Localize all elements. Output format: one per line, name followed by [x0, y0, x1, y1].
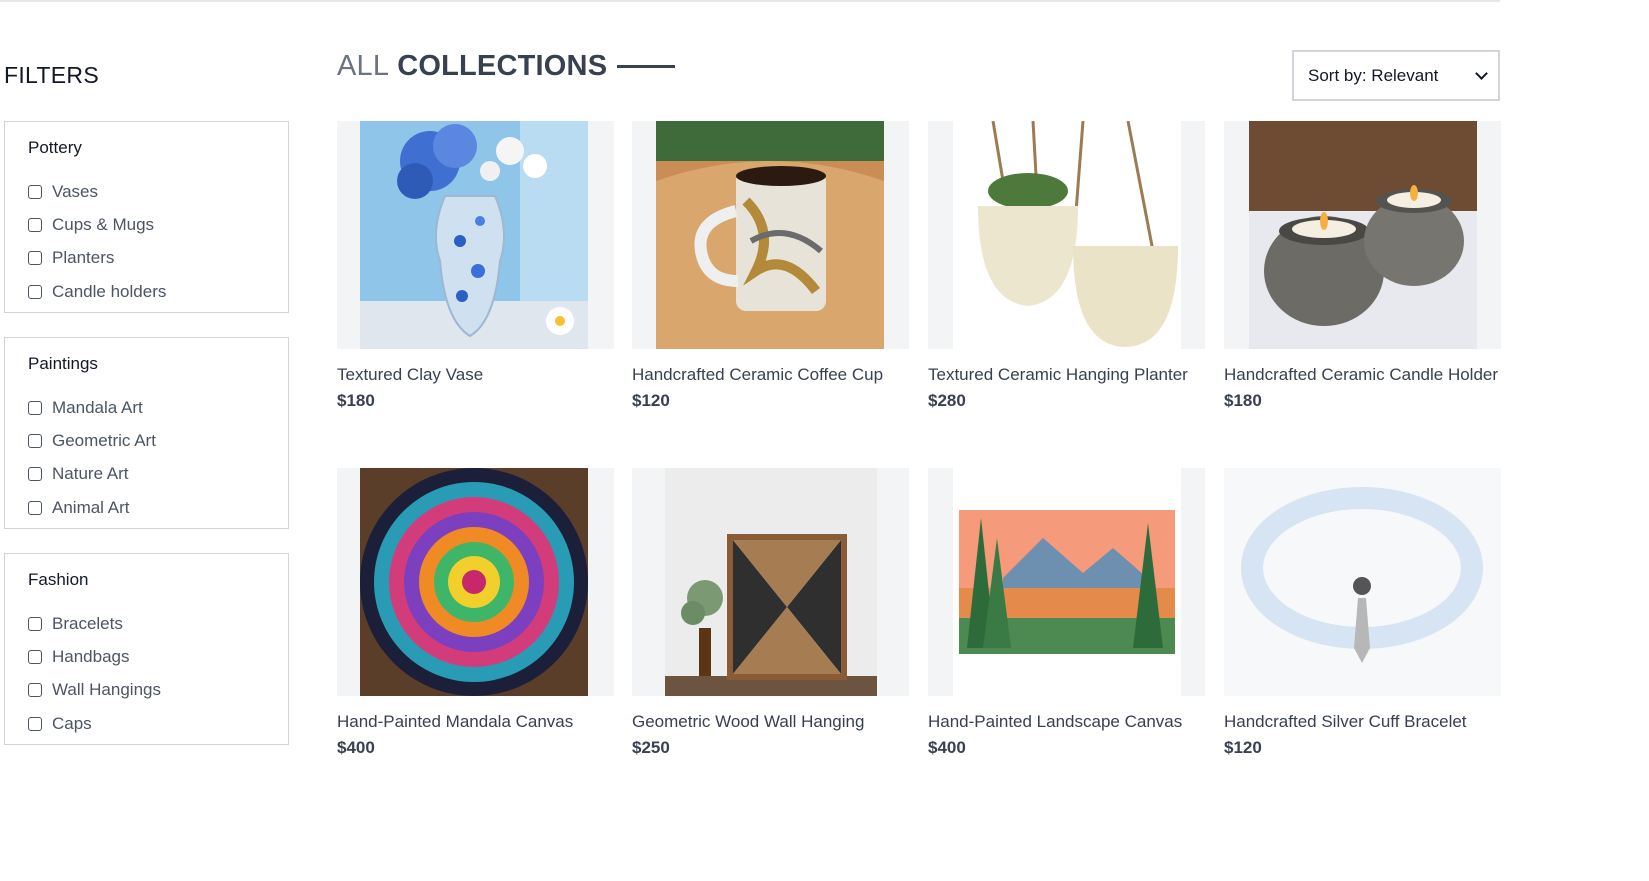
filter-option-geometric-art[interactable]: Geometric Art [28, 424, 265, 457]
product-name[interactable]: Hand-Painted Landscape Canvas [928, 710, 1205, 734]
product-image-vase[interactable] [337, 121, 614, 349]
product-name[interactable]: Hand-Painted Mandala Canvas [337, 710, 614, 734]
product-image-mandala[interactable] [337, 468, 614, 696]
checkbox[interactable] [28, 467, 42, 482]
product-name[interactable]: Geometric Wood Wall Hanging [632, 710, 909, 734]
top-divider [0, 0, 1500, 2]
title-bold: COLLECTIONS [397, 50, 608, 82]
product-card[interactable]: Handcrafted Ceramic Candle Holder $180 [1224, 121, 1501, 411]
product-name[interactable]: Handcrafted Silver Cuff Bracelet [1224, 710, 1501, 734]
filter-group-pottery: Pottery Vases Cups & Mugs Planters Candl… [4, 121, 289, 313]
filter-option-label: Vases [52, 181, 98, 201]
product-name[interactable]: Textured Clay Vase [337, 363, 614, 387]
sort-select[interactable]: Sort by: Relevant [1292, 50, 1500, 101]
filter-option-candle-holders[interactable]: Candle holders [28, 275, 265, 308]
product-name[interactable]: Handcrafted Ceramic Candle Holder [1224, 363, 1501, 387]
checkbox[interactable] [28, 716, 42, 731]
filter-option-animal-art[interactable]: Animal Art [28, 491, 265, 524]
product-card[interactable]: Textured Ceramic Hanging Planter $280 [928, 121, 1205, 411]
filter-group-label: Fashion [28, 570, 89, 589]
checkbox[interactable] [28, 284, 42, 299]
product-image-candle-holder[interactable] [1224, 121, 1501, 349]
filters-title: FILTERS [4, 62, 99, 88]
filter-option-label: Handbags [52, 647, 130, 667]
filter-option-label: Animal Art [52, 497, 130, 517]
filter-group-label: Pottery [28, 138, 82, 157]
filter-option-nature-art[interactable]: Nature Art [28, 458, 265, 491]
filter-option-bracelets[interactable]: Bracelets [28, 607, 265, 640]
product-name[interactable]: Handcrafted Ceramic Coffee Cup [632, 363, 909, 387]
filter-option-label: Geometric Art [52, 431, 156, 451]
filter-option-label: Caps [52, 713, 92, 733]
product-price: $120 [1224, 738, 1262, 757]
filter-group-fashion: Fashion Bracelets Handbags Wall Hangings… [4, 553, 289, 745]
title-underline [617, 65, 676, 68]
product-price: $280 [928, 391, 966, 410]
product-price: $180 [337, 391, 375, 410]
filter-option-label: Bracelets [52, 613, 123, 633]
product-card[interactable]: Hand-Painted Landscape Canvas $400 [928, 468, 1205, 758]
filter-option-label: Candle holders [52, 281, 167, 301]
filter-option-vases[interactable]: Vases [28, 175, 265, 208]
checkbox[interactable] [28, 184, 42, 199]
checkbox[interactable] [28, 400, 42, 415]
product-image-wood-wall-hanging[interactable] [632, 468, 909, 696]
checkbox[interactable] [28, 218, 42, 233]
product-card[interactable]: Hand-Painted Mandala Canvas $400 [337, 468, 614, 758]
filter-option-caps[interactable]: Caps [28, 707, 265, 740]
filter-option-label: Cups & Mugs [52, 215, 155, 235]
filter-group-label: Paintings [28, 354, 98, 373]
product-price: $400 [928, 738, 966, 757]
checkbox[interactable] [28, 434, 42, 449]
filter-option-cups-mugs[interactable]: Cups & Mugs [28, 208, 265, 241]
filter-option-handbags[interactable]: Handbags [28, 640, 265, 673]
filter-option-planters[interactable]: Planters [28, 242, 265, 275]
product-card[interactable]: Textured Clay Vase $180 [337, 121, 614, 411]
product-image-coffee-cup[interactable] [632, 121, 909, 349]
product-price: $250 [632, 738, 670, 757]
product-price: $120 [632, 391, 670, 410]
checkbox[interactable] [28, 616, 42, 631]
product-card[interactable]: Geometric Wood Wall Hanging $250 [632, 468, 909, 758]
checkbox[interactable] [28, 500, 42, 515]
product-name[interactable]: Textured Ceramic Hanging Planter [928, 363, 1205, 387]
filter-group-paintings: Paintings Mandala Art Geometric Art Natu… [4, 337, 289, 529]
chevron-down-icon [1475, 66, 1488, 80]
product-image-hanging-planter[interactable] [928, 121, 1205, 349]
checkbox[interactable] [28, 683, 42, 698]
product-image-silver-bracelet[interactable] [1224, 468, 1501, 696]
product-image-landscape-canvas[interactable] [928, 468, 1205, 696]
page-title: ALL COLLECTIONS [337, 50, 676, 83]
product-card[interactable]: Handcrafted Ceramic Coffee Cup $120 [632, 121, 909, 411]
product-card[interactable]: Handcrafted Silver Cuff Bracelet $120 [1224, 468, 1501, 758]
sort-value: Sort by: Relevant [1308, 65, 1439, 85]
checkbox[interactable] [28, 650, 42, 665]
filter-option-wall-hangings[interactable]: Wall Hangings [28, 674, 265, 707]
filter-option-mandala-art[interactable]: Mandala Art [28, 391, 265, 424]
filter-option-label: Mandala Art [52, 397, 143, 417]
title-light: ALL [337, 50, 390, 82]
filter-option-label: Nature Art [52, 464, 129, 484]
filter-option-label: Wall Hangings [52, 680, 161, 700]
product-price: $400 [337, 738, 375, 757]
product-price: $180 [1224, 391, 1262, 410]
filter-option-label: Planters [52, 248, 115, 268]
checkbox[interactable] [28, 251, 42, 266]
